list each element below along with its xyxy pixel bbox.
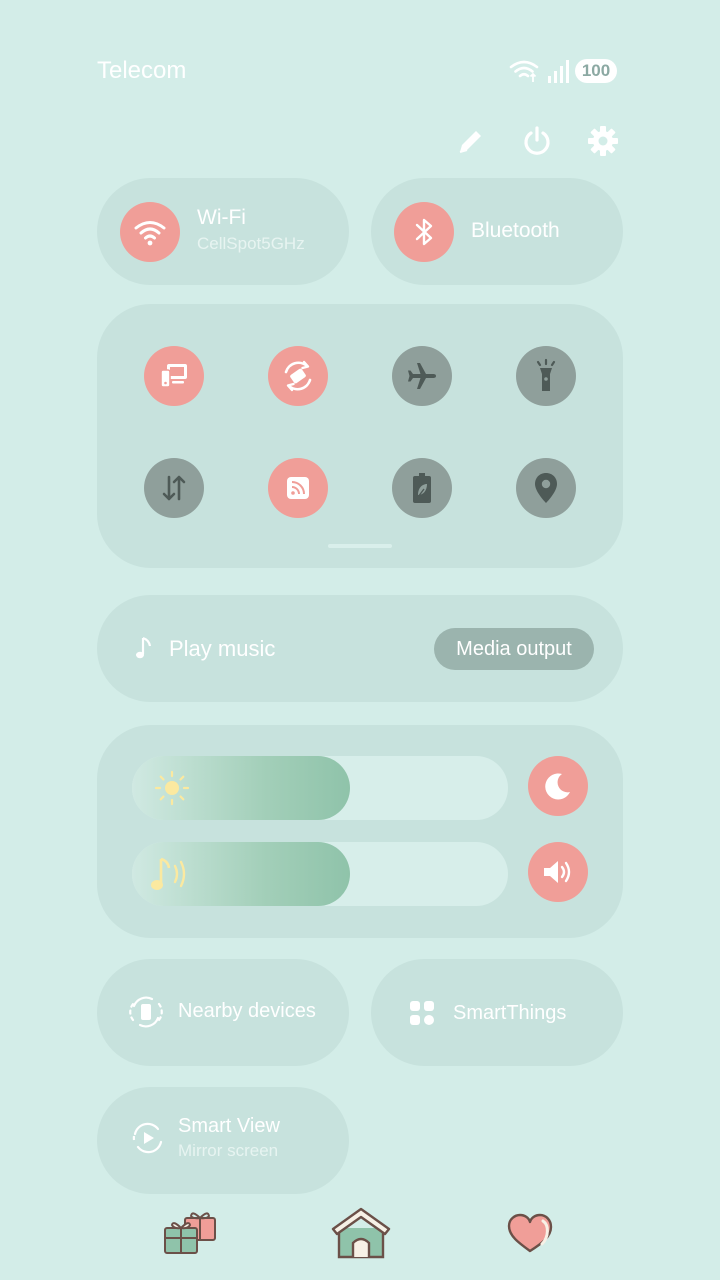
speaker-icon — [544, 861, 571, 883]
nfc-icon — [287, 477, 309, 499]
moon-icon — [545, 773, 570, 800]
media-output-button[interactable]: Media output — [434, 628, 594, 670]
home-icon[interactable] — [330, 1205, 392, 1261]
smartthings-label: SmartThings — [453, 1002, 567, 1024]
brightness-slider[interactable] — [132, 756, 508, 820]
wifi-tile[interactable]: Wi-Fi CellSpot5GHz — [97, 178, 349, 285]
wifi-icon — [509, 60, 539, 82]
auto-rotate-toggle[interactable] — [268, 346, 328, 406]
auto-rotate-icon — [284, 360, 312, 392]
sound-mode-button[interactable] — [528, 842, 588, 902]
music-note-icon — [151, 857, 186, 890]
smart-view-title: Smart View — [178, 1115, 280, 1137]
power-saving-icon — [413, 473, 431, 503]
play-music-label: Play music — [169, 636, 276, 661]
wifi-title: Wi-Fi — [197, 206, 246, 229]
panel-drag-handle[interactable] — [328, 544, 392, 548]
music-note-icon — [136, 636, 152, 659]
dark-mode-button[interactable] — [528, 756, 588, 816]
volume-slider[interactable] — [132, 842, 508, 906]
wifi-icon — [134, 221, 166, 246]
mobile-data-icon — [162, 475, 186, 501]
quick-toggles-panel — [97, 304, 623, 568]
battery-level: 100 — [581, 61, 611, 80]
settings-icon[interactable] — [587, 125, 619, 157]
nearby-devices-icon — [129, 996, 163, 1028]
smart-view-subtitle: Mirror screen — [178, 1141, 279, 1160]
smart-view-tile[interactable]: Smart View Mirror screen — [97, 1087, 349, 1194]
power-icon[interactable] — [521, 125, 553, 157]
location-icon — [535, 473, 557, 503]
signal-icon — [548, 60, 569, 83]
mobile-data-toggle[interactable] — [144, 458, 204, 518]
gift-icon[interactable] — [161, 1208, 221, 1256]
flashlight-icon — [536, 358, 556, 391]
bluetooth-tile[interactable]: Bluetooth — [371, 178, 623, 285]
airplane-icon — [408, 363, 436, 389]
carrier-label: Telecom — [97, 57, 187, 84]
location-toggle[interactable] — [516, 458, 576, 518]
media-output-label: Media output — [456, 637, 572, 660]
nearby-devices-tile[interactable]: Nearby devices — [97, 959, 349, 1066]
smart-view-icon — [160, 364, 187, 388]
nearby-devices-label: Nearby devices — [178, 1000, 316, 1022]
airplane-mode-toggle[interactable] — [392, 346, 452, 406]
media-player[interactable]: Play music Media output — [97, 595, 623, 702]
bluetooth-icon — [415, 218, 433, 246]
heart-icon[interactable] — [505, 1211, 555, 1255]
flashlight-toggle[interactable] — [516, 346, 576, 406]
bluetooth-toggle[interactable] — [394, 202, 454, 262]
wifi-network-name: CellSpot5GHz — [197, 234, 305, 253]
edit-icon[interactable] — [456, 126, 486, 156]
wifi-toggle[interactable] — [120, 202, 180, 262]
status-icons: 100 — [508, 58, 620, 86]
bluetooth-title: Bluetooth — [471, 219, 560, 242]
power-saving-toggle[interactable] — [392, 458, 452, 518]
sun-icon — [154, 770, 190, 806]
nfc-toggle[interactable] — [268, 458, 328, 518]
smart-view-icon — [132, 1122, 163, 1154]
smartthings-tile[interactable]: SmartThings — [371, 959, 623, 1066]
battery-icon: 100 — [575, 59, 617, 83]
smartthings-icon — [410, 1001, 434, 1025]
smart-view-toggle[interactable] — [144, 346, 204, 406]
